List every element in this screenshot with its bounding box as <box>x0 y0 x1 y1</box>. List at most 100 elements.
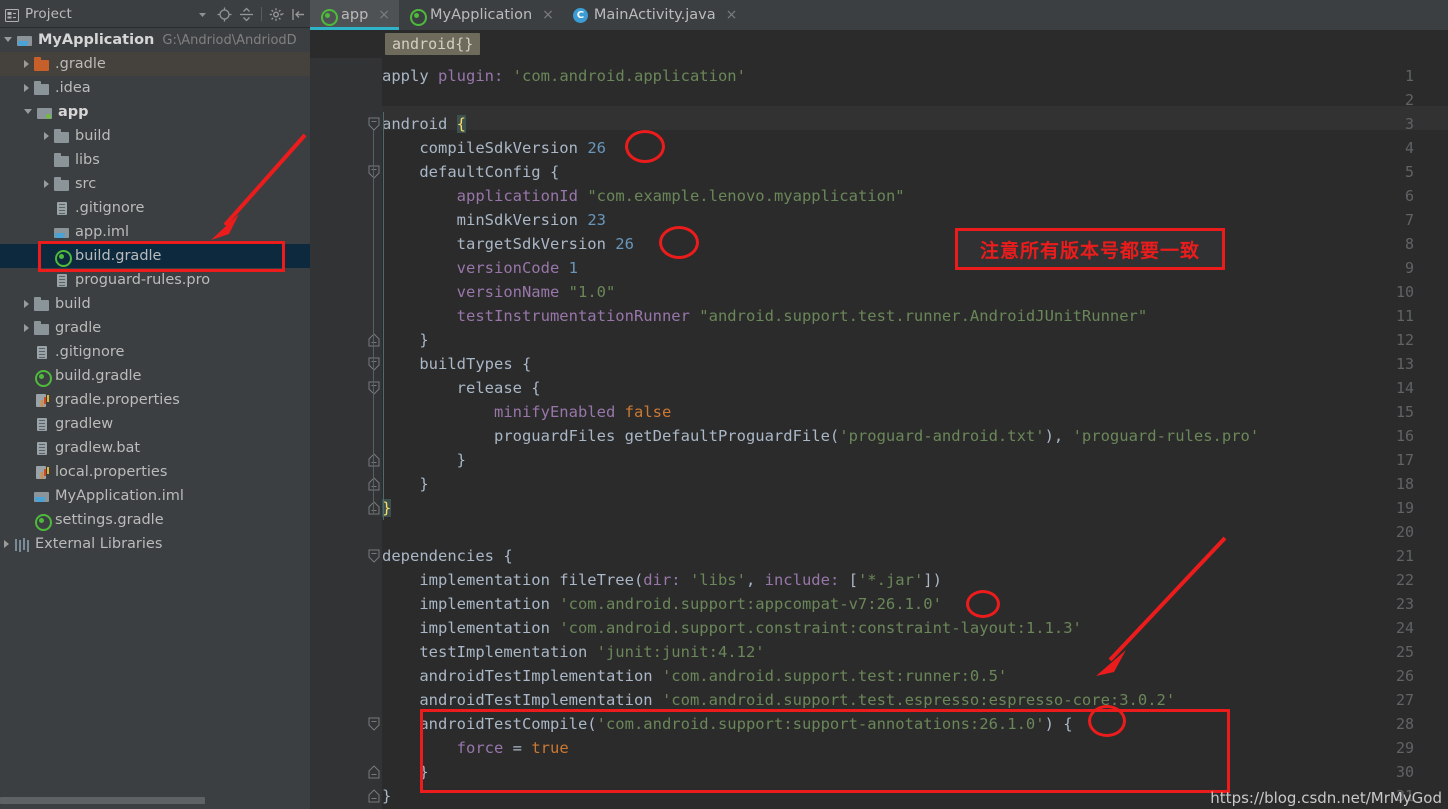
tree-item-label: build <box>75 128 111 144</box>
code-fold-close-icon[interactable] <box>368 496 380 520</box>
tree-item-settings-gradle[interactable]: settings.gradle <box>0 508 310 532</box>
tree-item-libs[interactable]: libs <box>0 148 310 172</box>
code-line-14[interactable]: release { <box>382 376 541 400</box>
code-line-22[interactable]: implementation fileTree(dir: 'libs', inc… <box>382 568 942 592</box>
expand-arrow-icon[interactable] <box>24 60 29 68</box>
code-line-5[interactable]: defaultConfig { <box>382 160 559 184</box>
project-panel: Project MyApplication G:\Andriod\Andriod… <box>0 0 310 809</box>
code-line-25[interactable]: testImplementation 'junit:junit:4.12' <box>382 640 764 664</box>
tree-item-gitignore[interactable]: .gitignore <box>0 196 310 220</box>
editor-tab-mainactivity-java[interactable]: MainActivity.java × <box>563 0 747 30</box>
settings-icon[interactable] <box>269 7 285 22</box>
tree-item-external-libraries[interactable]: External Libraries <box>0 532 310 556</box>
tree-item-proguard-rules-pro[interactable]: proguard-rules.pro <box>0 268 310 292</box>
code-line-6[interactable]: applicationId "com.example.lenovo.myappl… <box>382 184 905 208</box>
project-tree[interactable]: MyApplication G:\Andriod\AndriodD .gradl… <box>0 28 310 789</box>
code-fold-open-icon[interactable] <box>368 352 380 376</box>
close-icon[interactable]: × <box>378 7 390 23</box>
locate-icon[interactable] <box>217 7 232 22</box>
tree-root-path: G:\Andriod\AndriodD <box>162 32 297 48</box>
tree-item-gradle[interactable]: gradle <box>0 316 310 340</box>
code-line-9[interactable]: versionCode 1 <box>382 256 578 280</box>
tree-item-gradlew[interactable]: gradlew <box>0 412 310 436</box>
expand-arrow-icon[interactable] <box>24 300 29 308</box>
tree-item-gradle[interactable]: .gradle <box>0 52 310 76</box>
code-line-26[interactable]: androidTestImplementation 'com.android.s… <box>382 664 1007 688</box>
close-icon[interactable]: × <box>542 7 554 23</box>
tree-item-build[interactable]: build <box>0 292 310 316</box>
breadcrumb-bar: android{} <box>310 30 1448 58</box>
tree-item-src[interactable]: src <box>0 172 310 196</box>
tree-item-app-iml[interactable]: app.iml <box>0 220 310 244</box>
line-number: 11 <box>1395 307 1414 325</box>
collapse-all-icon[interactable] <box>239 7 254 22</box>
project-horizontal-scrollbar[interactable] <box>0 795 310 805</box>
close-icon[interactable]: × <box>726 7 738 23</box>
tree-item-local-properties[interactable]: local.properties <box>0 460 310 484</box>
code-line-13[interactable]: buildTypes { <box>382 352 531 376</box>
code-fold-open-icon[interactable] <box>368 160 380 184</box>
code-fold-open-icon[interactable] <box>368 376 380 400</box>
tree-item-build[interactable]: build <box>0 124 310 148</box>
code-fold-close-icon[interactable] <box>368 472 380 496</box>
line-number: 13 <box>1395 355 1414 373</box>
tree-item-gitignore[interactable]: .gitignore <box>0 340 310 364</box>
code-line-29[interactable]: force = true <box>382 736 569 760</box>
annotation-note-version-consistency: 注意所有版本号都要一致 <box>955 228 1225 270</box>
tree-rows: .gradle .idea app build libs src .gitignore app… <box>0 52 310 556</box>
breadcrumb-android[interactable]: android{} <box>385 33 481 55</box>
tree-item-build-gradle[interactable]: build.gradle <box>0 244 310 268</box>
editor-tab-myapplication[interactable]: MyApplication × <box>399 0 563 30</box>
chevron-down-icon[interactable] <box>195 7 210 22</box>
code-line-27[interactable]: androidTestImplementation 'com.android.s… <box>382 688 1175 712</box>
code-line-24[interactable]: implementation 'com.android.support.cons… <box>382 616 1082 640</box>
code-line-18[interactable]: } <box>382 472 428 496</box>
tree-item-label: build.gradle <box>75 248 162 264</box>
code-fold-open-icon[interactable] <box>368 712 380 736</box>
code-line-23[interactable]: implementation 'com.android.support:appc… <box>382 592 942 616</box>
tree-item-idea[interactable]: .idea <box>0 76 310 100</box>
tree-item-gradle-properties[interactable]: gradle.properties <box>0 388 310 412</box>
tree-item-gradlew-bat[interactable]: gradlew.bat <box>0 436 310 460</box>
expand-arrow-icon[interactable] <box>44 180 49 188</box>
expand-arrow-icon[interactable] <box>24 324 29 332</box>
line-number: 10 <box>1395 283 1414 301</box>
code-line-11[interactable]: testInstrumentationRunner "android.suppo… <box>382 304 1148 328</box>
tree-item-label: gradlew.bat <box>55 440 141 456</box>
code-fold-close-icon[interactable] <box>368 760 380 784</box>
code-line-31[interactable]: } <box>382 784 391 808</box>
code-line-7[interactable]: minSdkVersion 23 <box>382 208 606 232</box>
code-fold-open-icon[interactable] <box>368 544 380 568</box>
expand-arrow-icon[interactable] <box>44 132 49 140</box>
code-fold-open-icon[interactable] <box>368 112 380 136</box>
code-line-28[interactable]: androidTestCompile('com.android.support:… <box>382 712 1072 736</box>
expand-arrow-icon[interactable] <box>24 84 29 92</box>
expand-arrow-icon[interactable] <box>24 108 32 118</box>
code-line-16[interactable]: proguardFiles getDefaultProguardFile('pr… <box>382 424 1259 448</box>
code-fold-close-icon[interactable] <box>368 448 380 472</box>
code-line-10[interactable]: versionName "1.0" <box>382 280 616 304</box>
tree-item-app[interactable]: app <box>0 100 310 124</box>
code-editor[interactable]: 1 2 3 4 5 6 7 8 9 10 11 12 13 14 15 16 17 18 19 20 21 22 23 24 2… <box>310 58 1448 809</box>
project-view-icon <box>5 7 19 22</box>
scrollbar-thumb[interactable] <box>0 797 205 804</box>
code-line-1[interactable]: apply plugin: 'com.android.application' <box>382 64 746 88</box>
tree-root-myapplication[interactable]: MyApplication G:\Andriod\AndriodD <box>0 28 310 52</box>
code-line-4[interactable]: compileSdkVersion 26 <box>382 136 606 160</box>
code-line-8[interactable]: targetSdkVersion 26 <box>382 232 634 256</box>
code-line-3[interactable]: android { <box>382 112 466 136</box>
hide-panel-icon[interactable] <box>291 7 306 22</box>
code-line-21[interactable]: dependencies { <box>382 544 513 568</box>
code-fold-close-icon[interactable] <box>368 328 380 352</box>
code-fold-close-icon[interactable] <box>368 784 380 808</box>
tree-item-build-gradle[interactable]: build.gradle <box>0 364 310 388</box>
expand-arrow-icon[interactable] <box>4 36 12 46</box>
code-line-30[interactable]: } <box>382 760 428 784</box>
tree-item-myapplication-iml[interactable]: MyApplication.iml <box>0 484 310 508</box>
code-line-17[interactable]: } <box>382 448 466 472</box>
code-line-15[interactable]: minifyEnabled false <box>382 400 671 424</box>
expand-arrow-icon[interactable] <box>4 540 9 548</box>
line-number: 4 <box>1404 139 1414 157</box>
editor-tab-app[interactable]: app × <box>310 0 400 30</box>
code-line-12[interactable]: } <box>382 328 428 352</box>
